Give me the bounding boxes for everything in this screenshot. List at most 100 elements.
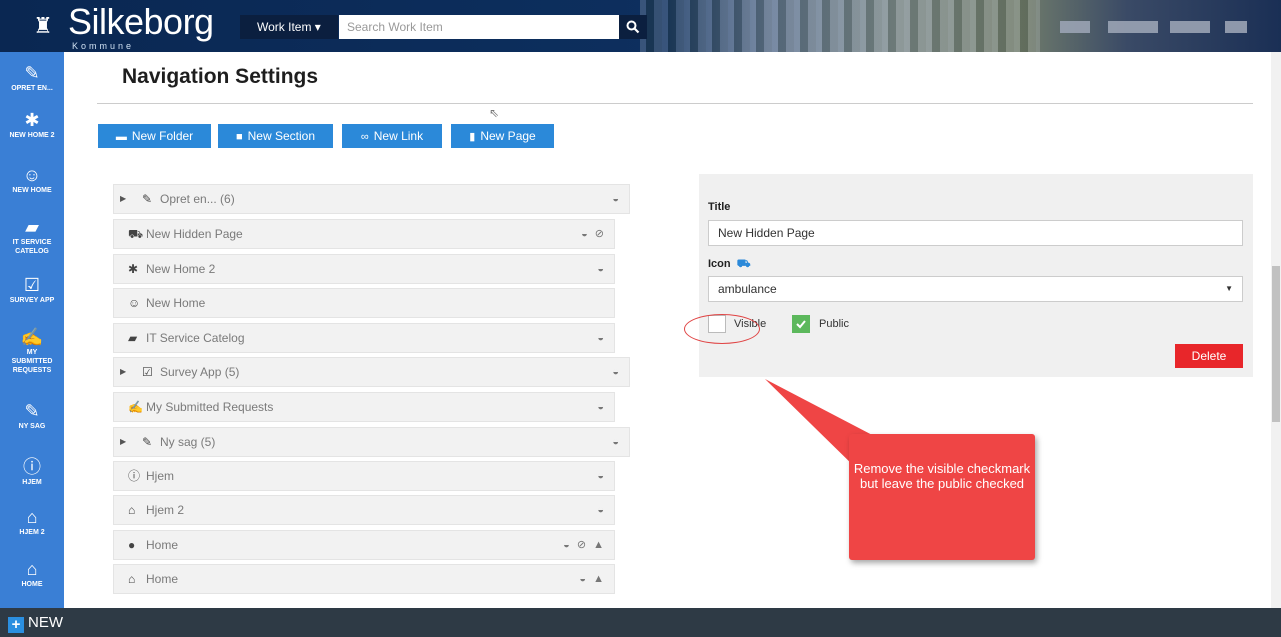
smile-icon: ☺ (128, 296, 141, 310)
new-link-button[interactable]: ∞ New Link (342, 124, 442, 148)
nav-list-item[interactable]: ⌂ Hjem 2 ◒ (113, 495, 615, 525)
sidebar-item-label: HJEM 2 (19, 529, 45, 536)
sidebar-item-it-service-catelog[interactable]: ▰ IT SERVICE CATELOG (0, 216, 64, 256)
plus-icon: + (8, 617, 24, 633)
visibility-status-icons: ◒ (597, 504, 606, 516)
check-square-icon: ☑ (142, 365, 153, 379)
sidebar: ✎ OPRET EN... ✱ NEW HOME 2 ☺ NEW HOME ▰ … (0, 52, 64, 608)
logo-name[interactable]: Silkeborg (68, 2, 214, 42)
crest-icon: ♜ (33, 13, 53, 38)
search-input[interactable] (339, 15, 619, 39)
page-scrollbar[interactable] (1271, 52, 1281, 608)
nav-list-item[interactable]: ✱ New Home 2 ◒ (113, 254, 615, 284)
nav-list-item[interactable]: ▰ IT Service Catelog ◒ (113, 323, 615, 353)
nav-item-label: Ny sag (5) (160, 435, 216, 449)
nav-item-label: New Home 2 (146, 262, 216, 276)
sidebar-item-hjem-2[interactable]: ⌂ HJEM 2 (0, 506, 64, 537)
checkmark-icon (796, 320, 806, 329)
visibility-status-icons: ◒ (597, 470, 606, 482)
nav-item-label: Home (146, 572, 179, 586)
edit-icon: ✍ (128, 400, 143, 414)
caret-right-icon[interactable]: ▶ (120, 428, 126, 456)
icon-select-value: ambulance (718, 282, 777, 296)
home-icon: ⌂ (128, 503, 136, 517)
icon-label: Icon ⛟ (708, 258, 751, 272)
new-folder-label: New Folder (131, 129, 194, 143)
visibility-status-icons: ◒ ⊘ ▲ (563, 539, 606, 551)
public-checkbox[interactable] (792, 315, 810, 333)
sidebar-item-new-home-2[interactable]: ✱ NEW HOME 2 (0, 109, 64, 140)
home-icon: ⌂ (128, 572, 136, 586)
blurred-user-info (1225, 21, 1247, 33)
book-icon: ▰ (128, 331, 138, 345)
info-icon: ⓘ (23, 457, 41, 477)
nav-item-label: Hjem (146, 469, 175, 483)
ambulance-icon: ⛟ (128, 227, 144, 241)
delete-button[interactable]: Delete (1175, 344, 1243, 368)
new-folder-button[interactable]: ▬ New Folder (98, 124, 211, 148)
new-button[interactable]: + NEW (8, 612, 63, 634)
icon-select[interactable]: ambulance ▼ (708, 276, 1243, 302)
caret-right-icon[interactable]: ▶ (120, 185, 126, 213)
sidebar-item-home[interactable]: ⌂ HOME (0, 558, 64, 589)
sidebar-item-opret-en[interactable]: ✎ OPRET EN... (0, 62, 64, 93)
scrollbar-thumb[interactable] (1272, 266, 1280, 422)
smile-icon: ☺ (22, 165, 42, 185)
nav-list-item[interactable]: ⛟ New Hidden Page ◒ ⊘ (113, 219, 615, 249)
nav-item-label: Home (146, 538, 179, 552)
sidebar-item-hjem[interactable]: ⓘ HJEM (0, 456, 64, 487)
caret-right-icon[interactable]: ▶ (120, 358, 126, 386)
nav-list-item[interactable]: ● Home ◒ ⊘ ▲ (113, 530, 615, 560)
visibility-status-icons: ◒ (597, 332, 606, 344)
sidebar-item-survey-app[interactable]: ☑ SURVEY APP (0, 274, 64, 305)
pencil-icon: ✎ (142, 435, 153, 449)
sidebar-item-label: HJEM (22, 479, 42, 486)
nav-list-item[interactable]: ☺ New Home (113, 288, 615, 318)
logo-subtitle: Kommune (72, 41, 135, 51)
folder-icon: ■ (235, 131, 243, 143)
top-header: ♜ Silkeborg Kommune Work Item ▾ (0, 0, 1281, 52)
visibility-status-icons: ◒ (612, 366, 621, 378)
pencil-icon: ✎ (142, 192, 153, 206)
icon-label-text: Icon (708, 258, 731, 270)
nav-list-item[interactable]: ▶ ☑ Survey App (5) ◒ (113, 357, 630, 387)
divider (97, 103, 1253, 104)
new-page-label: New Page (480, 129, 536, 143)
title-input[interactable] (708, 220, 1243, 246)
file-icon: ▮ (469, 131, 476, 143)
new-section-label: New Section (247, 129, 316, 143)
nav-item-label: Opret en... (6) (160, 192, 235, 206)
folder-open-icon: ▬ (115, 131, 127, 143)
nav-item-label: Survey App (5) (160, 365, 240, 379)
new-page-button[interactable]: ▮ New Page (451, 124, 554, 148)
nav-list-item[interactable]: ⌂ Home ◒ ▲ (113, 564, 615, 594)
bottom-bar: + NEW (0, 608, 1281, 637)
sidebar-item-label: NEW HOME (12, 187, 52, 194)
nav-item-label: New Hidden Page (146, 227, 243, 241)
work-item-dropdown[interactable]: Work Item ▾ (240, 15, 338, 39)
sidebar-item-my-submitted-requests[interactable]: ✍ MY SUBMITTED REQUESTS (0, 326, 64, 375)
sidebar-item-label: NEW HOME 2 (9, 132, 55, 139)
new-section-button[interactable]: ■ New Section (218, 124, 333, 148)
home-icon: ⌂ (26, 559, 38, 579)
sidebar-item-label: MY SUBMITTED REQUESTS (11, 349, 53, 374)
new-link-label: New Link (373, 129, 424, 143)
visibility-status-icons: ◒ (612, 193, 621, 205)
edit-icon: ✍ (20, 327, 44, 347)
nav-list-item[interactable]: ⓘ Hjem ◒ (113, 461, 615, 491)
home-icon: ⌂ (26, 507, 38, 527)
blurred-user-info (1108, 21, 1158, 33)
nav-list-item[interactable]: ✍ My Submitted Requests ◒ (113, 392, 615, 422)
info-icon: ⓘ (128, 469, 141, 483)
sidebar-item-new-home[interactable]: ☺ NEW HOME (0, 164, 64, 195)
visibility-status-icons: ◒ (597, 263, 606, 275)
nav-list-item[interactable]: ▶ ✎ Opret en... (6) ◒ (113, 184, 630, 214)
nav-item-label: Hjem 2 (146, 503, 185, 517)
highlight-ellipse (684, 314, 760, 344)
sidebar-item-ny-sag[interactable]: ✎ NY SAG (0, 400, 64, 431)
sidebar-item-label: NY SAG (18, 423, 46, 430)
blurred-user-info (1170, 21, 1210, 33)
nav-list-item[interactable]: ▶ ✎ Ny sag (5) ◒ (113, 427, 630, 457)
nav-item-label: My Submitted Requests (146, 400, 274, 414)
search-icon[interactable] (619, 15, 647, 39)
